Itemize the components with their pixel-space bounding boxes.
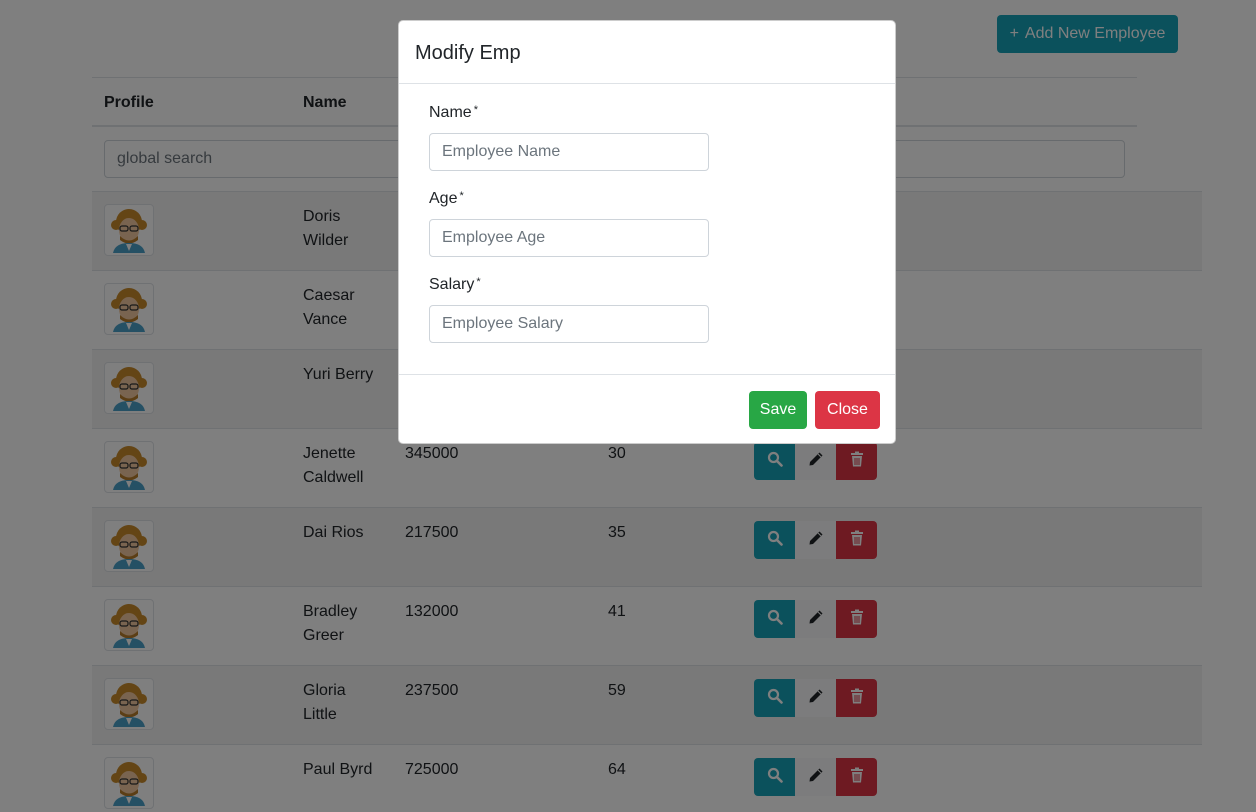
name-label: Name * (429, 104, 478, 121)
required-mark: * (473, 104, 478, 116)
modal-header: Modify Emp (399, 21, 895, 84)
modal-footer: Save Close (399, 374, 895, 444)
save-button[interactable]: Save (749, 391, 807, 429)
required-mark: * (459, 190, 464, 202)
age-field-group: Age * (429, 189, 709, 257)
modal-body: Name* Age* Salary* (399, 84, 895, 374)
employee-salary-input[interactable] (429, 305, 709, 343)
modal-title: Modify Emp (415, 42, 521, 64)
employee-name-input[interactable] (429, 133, 709, 171)
employee-age-input[interactable] (429, 219, 709, 257)
close-button[interactable]: Close (815, 391, 880, 429)
modify-employee-modal: Modify Emp Name* Age* Salary* Save Close (398, 20, 896, 444)
salary-label: Salary * (429, 276, 481, 293)
name-field-group: Name * (429, 103, 709, 171)
age-label: Age * (429, 190, 464, 207)
required-mark: * (476, 276, 481, 288)
salary-field-group: Salary * (429, 275, 709, 343)
